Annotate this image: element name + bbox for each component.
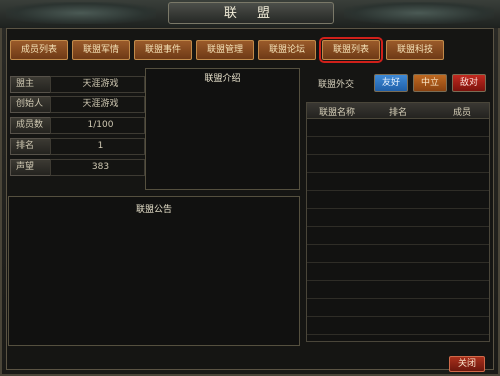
info-leader: 盟主 天涯游戏 [10, 76, 145, 93]
neutral-button[interactable]: 中立 [413, 74, 447, 92]
tab-technology[interactable]: 联盟科技 [386, 40, 444, 60]
table-row[interactable] [307, 299, 489, 317]
friendly-button[interactable]: 友好 [374, 74, 408, 92]
table-row[interactable] [307, 281, 489, 299]
info-value: 1/100 [50, 117, 145, 134]
intro-title: 联盟介绍 [204, 74, 241, 84]
tab-alliance-list[interactable]: 联盟列表 [319, 37, 383, 63]
table-row[interactable] [307, 263, 489, 281]
info-founder: 创始人 天涯游戏 [10, 96, 145, 113]
title-ornament-right [344, 2, 494, 24]
table-header: 联盟名称 排名 成员 [307, 103, 489, 119]
info-prestige: 声望 383 [10, 159, 145, 176]
header-alliance-name: 联盟名称 [319, 108, 356, 118]
info-value: 天涯游戏 [50, 96, 145, 113]
table-row[interactable] [307, 119, 489, 137]
tab-military-intel[interactable]: 联盟军情 [72, 40, 130, 60]
table-row[interactable] [307, 155, 489, 173]
table-row[interactable] [307, 173, 489, 191]
table-row[interactable] [307, 191, 489, 209]
table-row[interactable] [307, 227, 489, 245]
title-bar: 联 盟 [0, 0, 500, 28]
window-title: 联 盟 [168, 2, 334, 24]
info-value: 1 [50, 138, 145, 155]
alliance-list-table: 联盟名称 排名 成员 [306, 102, 490, 342]
diplomacy-label: 联盟外交 [318, 80, 355, 90]
info-rank: 排名 1 [10, 138, 145, 155]
table-row[interactable] [307, 245, 489, 263]
close-button[interactable]: 关闭 [449, 356, 485, 372]
table-row[interactable] [307, 317, 489, 335]
tab-management[interactable]: 联盟管理 [196, 40, 254, 60]
diplomacy-bar: 联盟外交 友好 中立 敌对 [306, 72, 490, 96]
header-members: 成员 [453, 108, 472, 118]
hostile-button[interactable]: 敌对 [452, 74, 486, 92]
header-rank: 排名 [389, 108, 408, 118]
info-member-count: 成员数 1/100 [10, 117, 145, 134]
table-row[interactable] [307, 209, 489, 227]
title-ornament-left [6, 2, 156, 24]
table-row[interactable] [307, 137, 489, 155]
notice-title: 联盟公告 [135, 205, 172, 215]
tab-events[interactable]: 联盟事件 [134, 40, 192, 60]
alliance-intro-panel: 联盟介绍 [145, 68, 300, 190]
tab-forum[interactable]: 联盟论坛 [258, 40, 316, 60]
tab-member-list[interactable]: 成员列表 [10, 40, 68, 60]
alliance-notice-panel: 联盟公告 [8, 196, 300, 346]
tab-bar: 成员列表 联盟军情 联盟事件 联盟管理 联盟论坛 联盟列表 联盟科技 [10, 37, 490, 63]
info-value: 天涯游戏 [50, 76, 145, 93]
info-value: 383 [50, 159, 145, 176]
